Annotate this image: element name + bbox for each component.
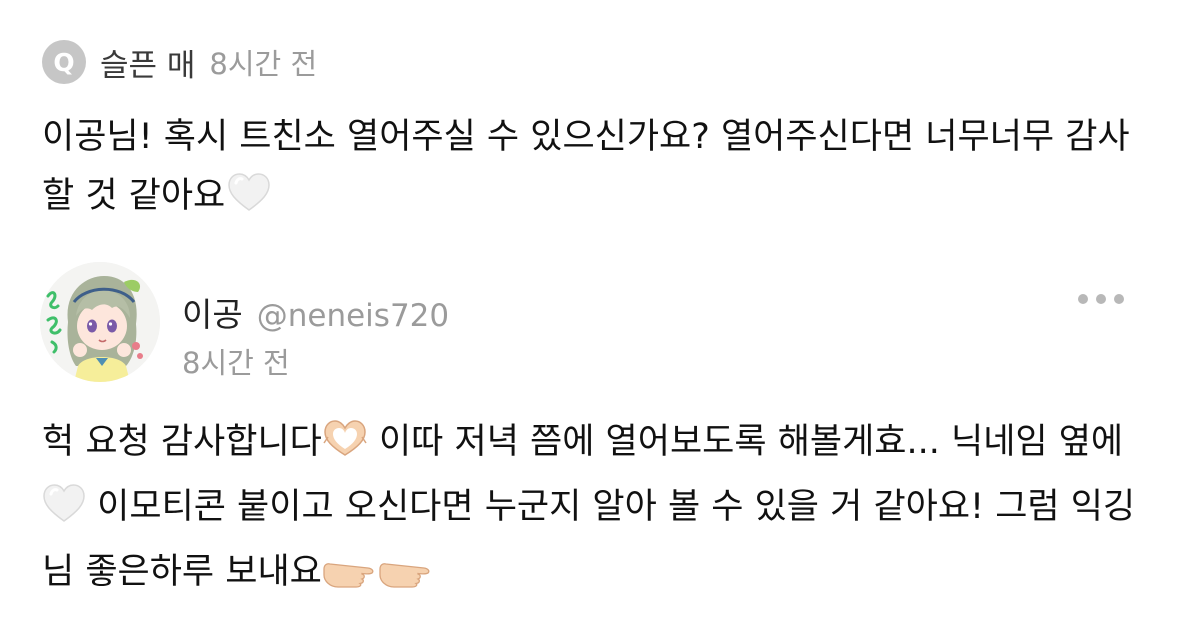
answer-text-segment-2: 이따 저녁 쯤에 열어보도록 해볼게효... 닉네임 옆에: [367, 422, 1124, 462]
answer-text-segment-1: 헉 요청 감사합니다: [42, 422, 322, 462]
pointing-hand-icon: [378, 549, 434, 608]
answer-text-block: 헉 요청 감사합니다 이따 저녁 쯤에 열어보도록 해볼게효... 닉네임 옆에…: [42, 413, 1152, 608]
white-heart-icon: [42, 484, 86, 543]
answerer-handle[interactable]: @neneis720: [257, 298, 449, 334]
answerer-avatar[interactable]: [40, 262, 160, 382]
pointing-hand-icon: [322, 549, 378, 608]
qna-card: Q 슬픈 매 8시간 전 이공님! 혹시 트친소 열어주실 수 있으신가요? 열…: [0, 0, 1179, 636]
question-text-block: 이공님! 혹시 트친소 열어주실 수 있으신가요? 열어주신다면 너무너무 감사…: [42, 108, 1142, 232]
heart-hands-icon: [322, 419, 368, 478]
question-text: 이공님! 혹시 트친소 열어주실 수 있으신가요? 열어주신다면 너무너무 감사…: [42, 117, 1130, 216]
more-dots-icon: [1078, 294, 1088, 304]
answerer-name[interactable]: 이공: [182, 288, 243, 336]
answer-text-segment-3: 이모티콘 붙이고 오신다면 누군지 알아 볼 수 있을 거 같아요! 그럼 익깅…: [42, 487, 1136, 592]
answer-time: 8시간 전: [182, 346, 290, 380]
more-options-button[interactable]: [1078, 287, 1124, 311]
question-badge: Q: [42, 40, 86, 84]
answerer-name-row: 이공 @neneis720: [182, 288, 449, 336]
anime-girl-avatar: [40, 262, 160, 382]
question-header: Q 슬픈 매 8시간 전: [42, 38, 317, 86]
question-time: 8시간 전: [209, 47, 318, 81]
white-heart-icon: [227, 173, 271, 232]
question-author: 슬픈 매: [100, 47, 196, 84]
